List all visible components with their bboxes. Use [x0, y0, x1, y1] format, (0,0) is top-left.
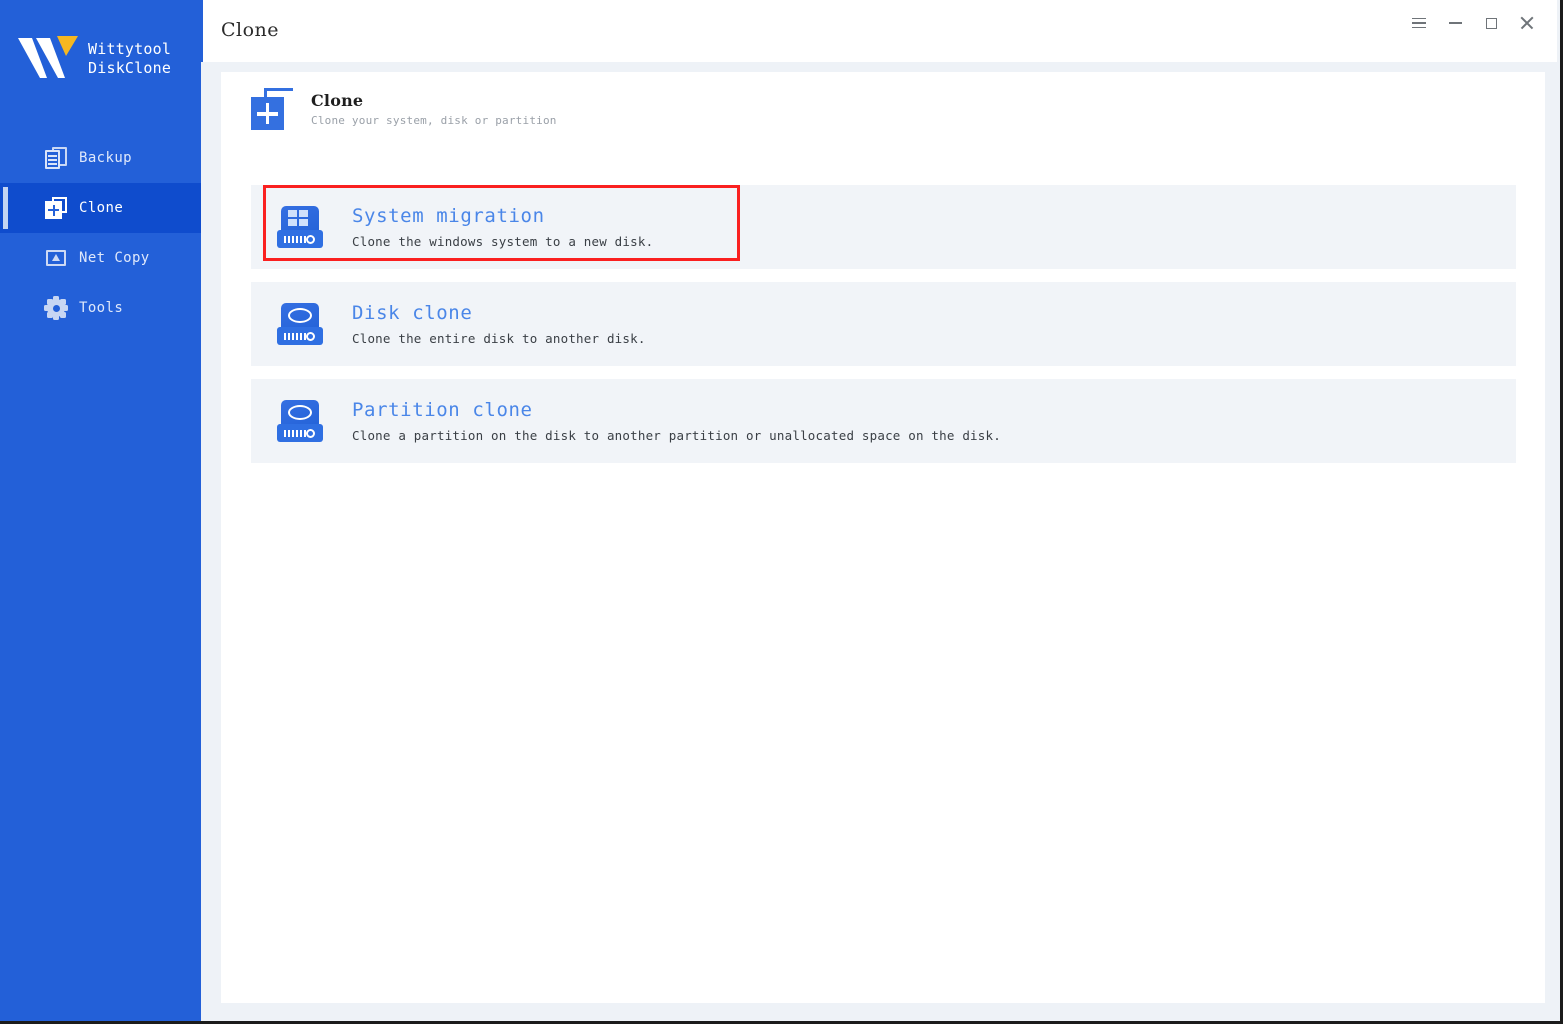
- clone-squares-plus-icon: [45, 197, 67, 219]
- title-bar: Clone: [201, 0, 1557, 62]
- minimize-button[interactable]: [1437, 8, 1473, 38]
- option-description: Clone the windows system to a new disk.: [352, 234, 654, 249]
- app-window: Wittytool DiskClone Backup Clone Net Cop…: [0, 0, 1563, 1024]
- sidebar-item-label: Clone: [79, 200, 124, 216]
- sidebar-item-tools[interactable]: Tools: [0, 283, 201, 333]
- menu-button[interactable]: [1401, 8, 1437, 38]
- sidebar-nav: Backup Clone Net Copy Tools: [0, 133, 201, 333]
- brand: Wittytool DiskClone: [0, 0, 201, 118]
- brand-line-1: Wittytool: [88, 40, 172, 58]
- title-accent-line: [201, 0, 203, 62]
- sidebar: Wittytool DiskClone Backup Clone Net Cop…: [0, 0, 201, 1021]
- option-card-system-migration[interactable]: System migration Clone the windows syste…: [251, 185, 1516, 269]
- gear-icon: [44, 296, 68, 320]
- option-card-disk-clone[interactable]: Disk clone Clone the entire disk to anot…: [251, 282, 1516, 366]
- sidebar-item-clone[interactable]: Clone: [0, 183, 201, 233]
- brand-line-2: DiskClone: [88, 59, 172, 77]
- wittytool-w-logo-icon: [16, 34, 84, 84]
- backup-pages-icon: [45, 147, 67, 169]
- option-description: Clone the entire disk to another disk.: [352, 331, 646, 346]
- sidebar-item-net-copy[interactable]: Net Copy: [0, 233, 201, 283]
- sidebar-item-backup[interactable]: Backup: [0, 133, 201, 183]
- maximize-button[interactable]: [1473, 8, 1509, 38]
- clone-header-card: Clone Clone your system, disk or partiti…: [221, 72, 1545, 146]
- minimize-icon: [1448, 22, 1462, 24]
- option-title: System migration: [352, 205, 545, 227]
- disk-drive-icon: [277, 400, 323, 442]
- option-description: Clone a partition on the disk to another…: [352, 428, 1001, 443]
- close-icon: [1520, 16, 1534, 30]
- net-copy-icon: [45, 247, 67, 269]
- close-button[interactable]: [1509, 8, 1545, 38]
- option-title: Disk clone: [352, 302, 473, 324]
- brand-name: Wittytool DiskClone: [88, 40, 171, 78]
- clone-header-title: Clone: [311, 90, 364, 110]
- windows-drive-icon: [277, 206, 323, 248]
- window-controls: [1401, 8, 1545, 38]
- page-title: Clone: [221, 19, 280, 41]
- sidebar-item-label: Net Copy: [79, 250, 150, 266]
- clone-squares-plus-icon: [251, 88, 293, 130]
- sidebar-item-label: Backup: [79, 150, 132, 166]
- option-card-partition-clone[interactable]: Partition clone Clone a partition on the…: [251, 379, 1516, 463]
- maximize-icon: [1485, 17, 1497, 29]
- sidebar-item-label: Tools: [79, 300, 124, 316]
- disk-drive-icon: [277, 303, 323, 345]
- clone-header-subtitle: Clone your system, disk or partition: [311, 113, 557, 127]
- clone-options-list: System migration Clone the windows syste…: [251, 185, 1516, 476]
- option-title: Partition clone: [352, 399, 533, 421]
- hamburger-menu-icon: [1412, 17, 1426, 29]
